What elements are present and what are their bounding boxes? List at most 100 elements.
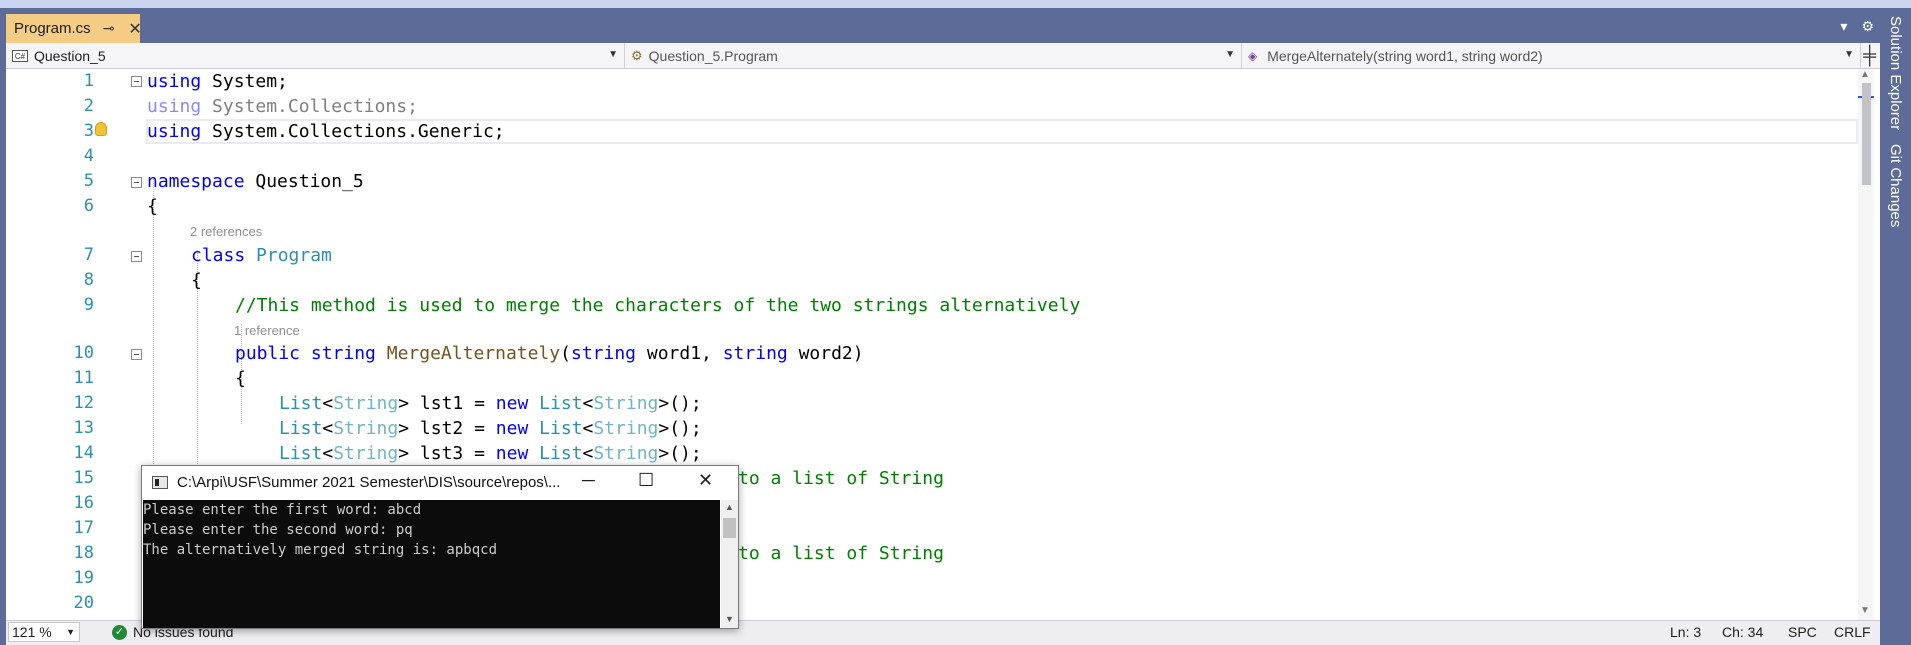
member-name: MergeAlternately(string word1, string wo… [1267, 47, 1543, 64]
comment: //This method is used to merge the chara… [235, 295, 1081, 316]
check-circle-icon: ✓ [112, 624, 127, 640]
comment: to a list of String [738, 468, 944, 489]
line-number: 6 [83, 196, 94, 216]
codelens-references[interactable]: 2 references [190, 224, 262, 239]
keyword: using [147, 121, 202, 142]
console-title-bar[interactable]: C:\Arpi\USF\Summer 2021 Semester\DIS\sou… [142, 466, 738, 500]
indent-indicator[interactable]: SPC [1788, 624, 1817, 640]
project-name: Question_5 [34, 47, 106, 64]
scroll-up-icon[interactable]: ▲ [1860, 69, 1870, 80]
class-icon: ⚙ [631, 47, 643, 63]
type-dropdown[interactable]: ⚙ Question_5.Program ▼ [625, 43, 1242, 68]
keyword: namespace [147, 171, 245, 192]
line-ending-indicator[interactable]: CRLF [1834, 624, 1871, 640]
pin-icon[interactable]: ⊸ [103, 20, 115, 37]
document-tab-bar: Program.cs ⊸ ✕ ▾ ⚙ [0, 8, 1880, 43]
comment: to a list of String [738, 543, 944, 564]
code-line: 6 { [6, 194, 1866, 219]
method-icon: ◈ [1248, 48, 1258, 63]
type-name: List [279, 393, 323, 414]
code-text: < [582, 393, 594, 414]
keyword: new [495, 418, 529, 439]
chevron-down-icon: ▼ [608, 49, 618, 60]
type-name: Program [256, 245, 332, 266]
type-name: Question_5.Program [648, 47, 778, 64]
scrollbar-thumb[interactable] [723, 518, 736, 538]
line-number: 9 [83, 295, 94, 315]
tab-git-changes[interactable]: Git Changes [1887, 144, 1904, 227]
code-line: 4 [6, 144, 1866, 169]
method-name: MergeAlternately [386, 343, 561, 364]
type-name: String [333, 443, 399, 464]
console-line: Please enter the first word: abcd [143, 502, 422, 518]
code-line: 2 using System.Collections; [6, 94, 1866, 119]
code-text: < [322, 393, 334, 414]
scrollbar-thumb[interactable] [1862, 83, 1871, 185]
line-indicator[interactable]: Ln: 3 [1670, 624, 1701, 640]
keyword: new [495, 443, 529, 464]
close-tab-icon[interactable]: ✕ [128, 19, 141, 39]
code-line: 7 class Program [6, 243, 1866, 268]
tool-window-sidebar: Solution Explorer Git Changes [1880, 8, 1911, 645]
project-dropdown[interactable]: C# Question_5 ▼ [6, 43, 625, 68]
line-number: 12 [73, 393, 94, 413]
code-line: 9 //This method is used to merge the cha… [6, 293, 1866, 318]
line-number: 10 [73, 343, 94, 363]
type-name: String [593, 443, 659, 464]
scroll-down-icon[interactable]: ▼ [725, 614, 734, 624]
minimize-button[interactable]: ─ [582, 470, 595, 491]
tab-solution-explorer[interactable]: Solution Explorer [1887, 16, 1904, 130]
code-text: < [322, 418, 334, 439]
tab-program-cs[interactable]: Program.cs ⊸ ✕ [6, 14, 142, 43]
chevron-down-icon: ▼ [1844, 49, 1854, 60]
keyword: using [147, 71, 202, 92]
code-text: > lst3 = [398, 443, 496, 464]
line-number: 17 [73, 518, 94, 538]
member-dropdown[interactable]: ◈ MergeAlternately(string word1, string … [1242, 43, 1861, 68]
code-text: { [235, 368, 246, 389]
code-line: 8 { [6, 268, 1866, 293]
code-text: { [191, 270, 202, 291]
tab-filename: Program.cs [14, 20, 91, 37]
code-text: ( [560, 343, 571, 364]
line-number: 20 [73, 593, 94, 613]
console-icon [152, 476, 168, 489]
codelens-references[interactable]: 1 reference [234, 323, 300, 338]
scroll-up-icon[interactable]: ▲ [725, 502, 734, 512]
line-number: 2 [83, 96, 94, 116]
code-text: < [582, 418, 594, 439]
line-number: 15 [73, 468, 94, 488]
code-line: 1 using System; [6, 69, 1866, 94]
settings-icon[interactable]: ⚙ [1861, 18, 1874, 35]
code-line: 11 { [6, 366, 1866, 391]
code-text: > lst1 = [398, 393, 496, 414]
console-output[interactable]: Please enter the first word: abcd Please… [143, 500, 720, 628]
type-name: String [333, 393, 399, 414]
column-indicator[interactable]: Ch: 34 [1722, 624, 1763, 640]
code-text: word2) [787, 343, 864, 364]
navigation-bar: C# Question_5 ▼ ⚙ Question_5.Program ▼ ◈… [6, 43, 1880, 69]
line-number: 18 [73, 543, 94, 563]
zoom-dropdown[interactable]: 121 % ▼ [8, 622, 80, 642]
type-name: List [539, 393, 583, 414]
type-name: String [593, 393, 659, 414]
split-editor-icon[interactable]: ╪ [1863, 45, 1876, 66]
type-name: String [593, 418, 659, 439]
code-text: System.Collections; [201, 96, 418, 117]
code-text: System; [201, 71, 288, 92]
line-number: 11 [73, 368, 94, 388]
type-name: List [279, 443, 323, 464]
maximize-button[interactable]: ☐ [638, 470, 654, 491]
code-text: >(); [658, 418, 702, 439]
type-name: List [539, 443, 583, 464]
console-scrollbar[interactable]: ▲ ▼ [721, 500, 738, 628]
line-number: 16 [73, 493, 94, 513]
scroll-down-icon[interactable]: ▼ [1860, 605, 1870, 616]
console-window[interactable]: C:\Arpi\USF\Summer 2021 Semester\DIS\sou… [141, 465, 739, 629]
tab-list-dropdown-icon[interactable]: ▾ [1840, 18, 1847, 35]
vertical-scrollbar[interactable]: ▲ ▼ [1858, 69, 1874, 620]
keyword: string [722, 343, 788, 364]
chevron-down-icon: ▼ [66, 627, 75, 637]
close-button[interactable]: ✕ [698, 470, 713, 491]
code-text: > lst2 = [398, 418, 496, 439]
